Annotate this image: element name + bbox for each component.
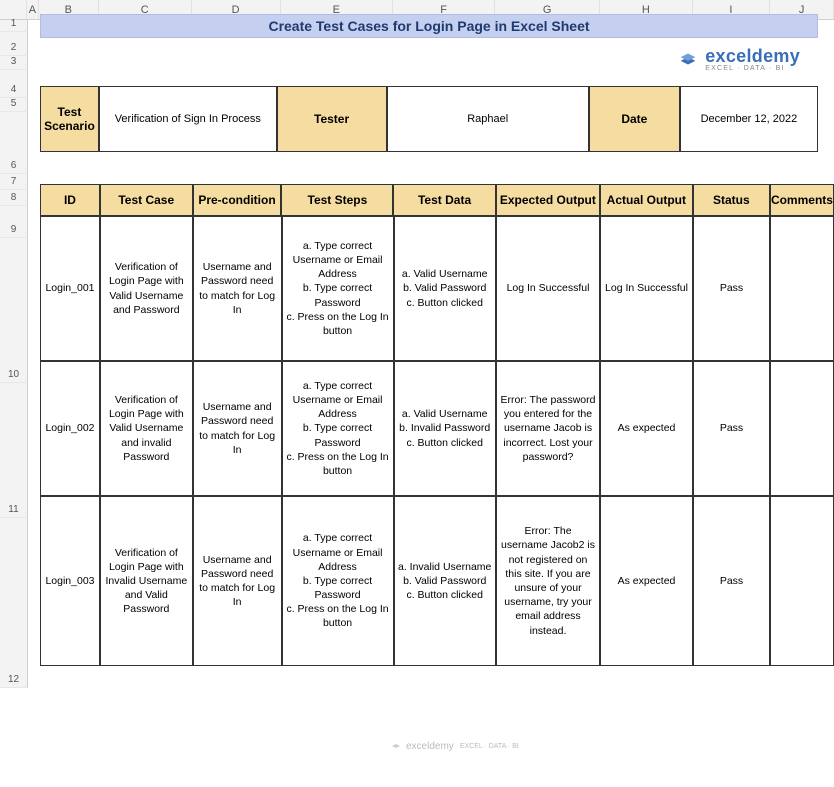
cell-test-case[interactable]: Verification of Login Page with Valid Us… [100, 216, 193, 361]
row-5[interactable]: 5 [0, 98, 28, 112]
table-row: Login_002 Verification of Login Page wit… [40, 361, 834, 496]
th-comments[interactable]: Comments [770, 184, 834, 216]
th-test-data[interactable]: Test Data [393, 184, 495, 216]
cell-expected-output[interactable]: Error: The username Jacob2 is not regist… [496, 496, 600, 666]
scenario-label: Test Scenario [40, 86, 99, 152]
row-3[interactable]: 3 [0, 56, 28, 70]
table-row: Login_003 Verification of Login Page wit… [40, 496, 834, 666]
cell-test-data[interactable]: a. Invalid Usernameb. Valid Passwordc. B… [394, 496, 496, 666]
tester-label: Tester [277, 86, 387, 152]
cell-status[interactable]: Pass [693, 216, 770, 361]
cell-actual-output[interactable]: As expected [600, 496, 693, 666]
cell-expected-output[interactable]: Error: The password you entered for the … [496, 361, 600, 496]
cell-comments[interactable] [770, 216, 834, 361]
cell-test-steps[interactable]: a. Type correct Username or Email Addres… [282, 216, 394, 361]
cell-actual-output[interactable]: As expected [600, 361, 693, 496]
table-row: Login_001 Verification of Login Page wit… [40, 216, 834, 361]
row-1[interactable]: 1 [0, 20, 28, 32]
row-12[interactable]: 12 [0, 518, 28, 688]
cell-test-case[interactable]: Verification of Login Page with Invalid … [100, 496, 193, 666]
th-expected-output[interactable]: Expected Output [496, 184, 600, 216]
cell-status[interactable]: Pass [693, 496, 770, 666]
cell-test-data[interactable]: a. Valid Usernameb. Valid Passwordc. But… [394, 216, 496, 361]
cell-id[interactable]: Login_002 [40, 361, 100, 496]
test-case-table: ID Test Case Pre-condition Test Steps Te… [40, 184, 834, 666]
th-actual-output[interactable]: Actual Output [600, 184, 693, 216]
th-id[interactable]: ID [40, 184, 100, 216]
row-headers: 123456789101112 [0, 20, 28, 688]
watermark-text: exceldemy [406, 741, 454, 752]
table-header-row: ID Test Case Pre-condition Test Steps Te… [40, 184, 834, 216]
row-7[interactable]: 7 [0, 174, 28, 190]
cell-test-case[interactable]: Verification of Login Page with Valid Us… [100, 361, 193, 496]
cell-pre-condition[interactable]: Username and Password need to match for … [193, 496, 282, 666]
select-all-corner[interactable] [0, 0, 27, 19]
cell-pre-condition[interactable]: Username and Password need to match for … [193, 361, 282, 496]
row-10[interactable]: 10 [0, 238, 28, 383]
logo-row: exceldemy EXCEL · DATA · BI [40, 38, 818, 80]
watermark-icon [390, 740, 402, 752]
page-title: Create Test Cases for Login Page in Exce… [40, 14, 818, 38]
cell-test-data[interactable]: a. Valid Usernameb. Invalid Passwordc. B… [394, 361, 496, 496]
scenario-value[interactable]: Verification of Sign In Process [99, 86, 277, 152]
cell-expected-output[interactable]: Log In Successful [496, 216, 600, 361]
info-row: Test Scenario Verification of Sign In Pr… [40, 86, 818, 152]
logo-text: exceldemy [705, 46, 800, 67]
row-2[interactable]: 2 [0, 32, 28, 56]
cell-pre-condition[interactable]: Username and Password need to match for … [193, 216, 282, 361]
tester-value[interactable]: Raphael [387, 86, 589, 152]
cell-actual-output[interactable]: Log In Successful [600, 216, 693, 361]
watermark: exceldemy EXCEL · DATA · BI [390, 740, 519, 752]
th-test-case[interactable]: Test Case [100, 184, 193, 216]
row-8[interactable]: 8 [0, 190, 28, 206]
date-label: Date [589, 86, 680, 152]
row-11[interactable]: 11 [0, 383, 28, 518]
cell-test-steps[interactable]: a. Type correct Username or Email Addres… [282, 361, 394, 496]
th-test-steps[interactable]: Test Steps [281, 184, 393, 216]
sheet-content: Create Test Cases for Login Page in Exce… [40, 0, 834, 666]
col-A[interactable]: A [27, 0, 39, 19]
cell-comments[interactable] [770, 361, 834, 496]
logo: exceldemy EXCEL · DATA · BI [677, 46, 800, 72]
cell-status[interactable]: Pass [693, 361, 770, 496]
date-value[interactable]: December 12, 2022 [680, 86, 818, 152]
th-status[interactable]: Status [693, 184, 770, 216]
row-6[interactable]: 6 [0, 112, 28, 174]
row-4[interactable]: 4 [0, 70, 28, 98]
cell-id[interactable]: Login_001 [40, 216, 100, 361]
logo-icon [677, 48, 699, 70]
cell-comments[interactable] [770, 496, 834, 666]
row-9[interactable]: 9 [0, 206, 28, 238]
watermark-sub: EXCEL · DATA · BI [460, 743, 519, 750]
cell-id[interactable]: Login_003 [40, 496, 100, 666]
cell-test-steps[interactable]: a. Type correct Username or Email Addres… [282, 496, 394, 666]
th-pre-condition[interactable]: Pre-condition [193, 184, 282, 216]
